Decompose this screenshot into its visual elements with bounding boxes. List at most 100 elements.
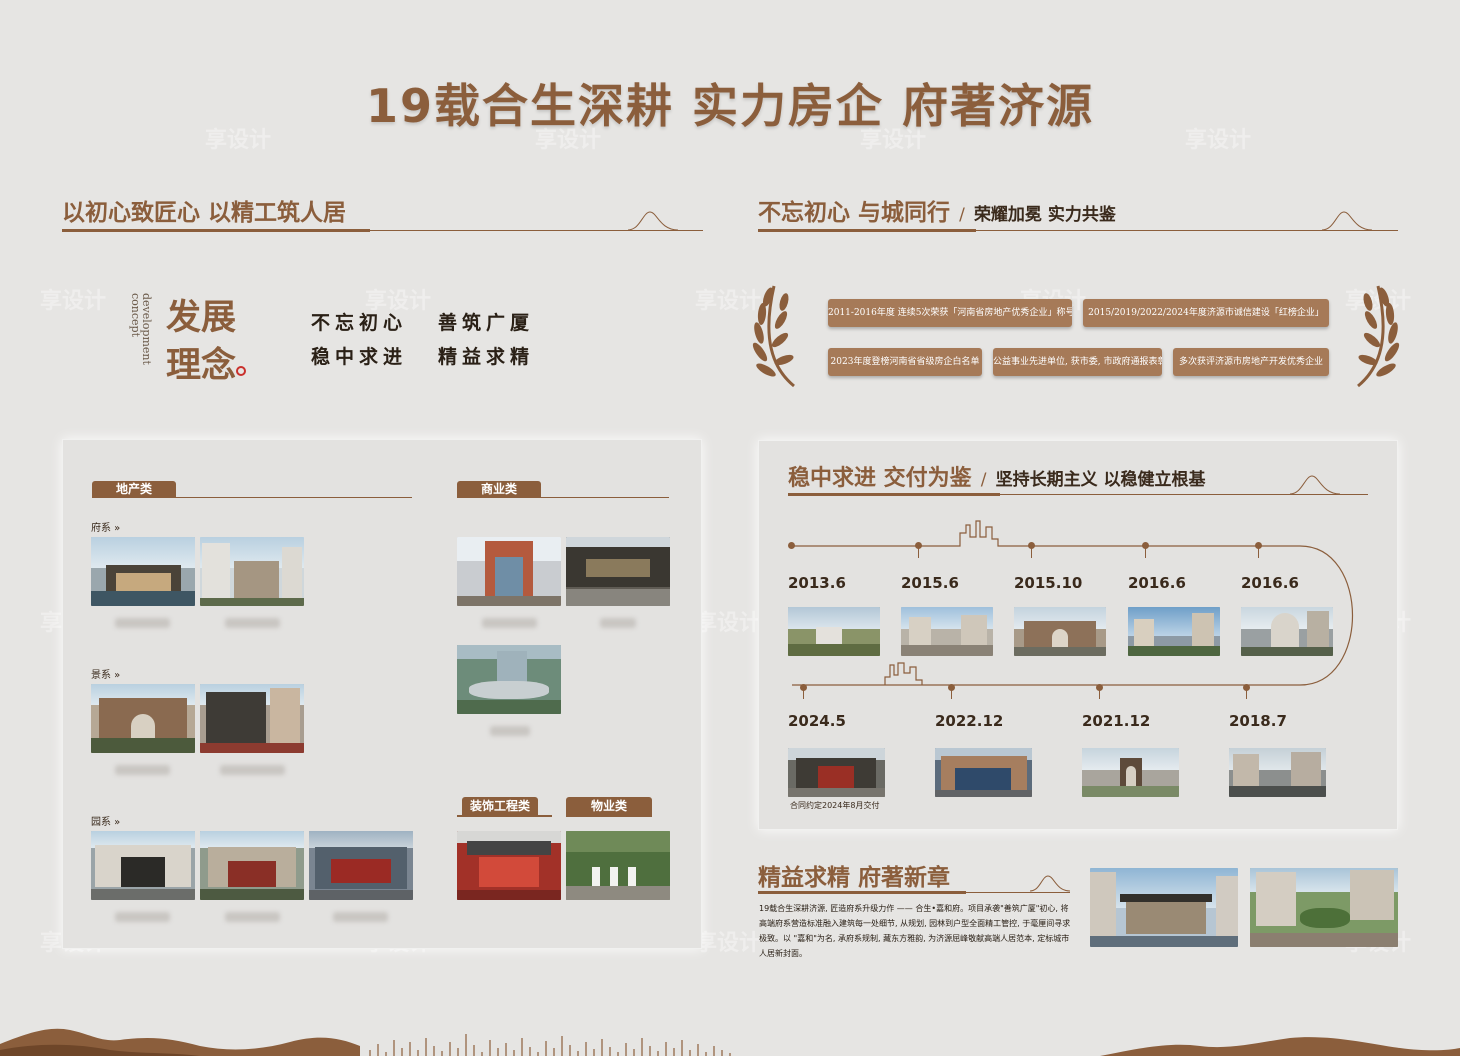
slogan: 不忘初心 — [311, 312, 408, 334]
delivery-photo — [901, 607, 993, 656]
blurred-label — [220, 765, 285, 775]
section-left-header: 以初心致匠心 以精工筑人居 — [62, 193, 346, 227]
delivery-photo — [1082, 748, 1179, 797]
honor-badge: 多次获评济源市房地产开发优秀企业 — [1173, 348, 1329, 376]
timeline-date: 2024.5 — [788, 712, 846, 730]
honor-badge: 2023年度登榜河南省省级房企白名单 — [828, 348, 982, 376]
timeline-stem — [803, 688, 804, 699]
section-right-title: 不忘初心 与城同行 — [758, 200, 951, 226]
project-photo — [91, 831, 195, 900]
timeline-date: 2015.10 — [1014, 574, 1083, 592]
timeline-date: 2016.6 — [1241, 574, 1299, 592]
project-photo — [200, 831, 304, 900]
honor-badge: 2011-2016年度 连续5次荣获「河南省房地产优秀企业」称号 — [828, 299, 1072, 327]
series-label: 景系 » — [91, 670, 121, 681]
separator: / — [959, 205, 965, 225]
project-photo — [309, 831, 413, 900]
timeline-stem — [918, 546, 919, 558]
slogan: 稳中求进 — [311, 346, 408, 368]
blurred-label — [115, 912, 170, 922]
project-photo — [200, 537, 304, 606]
delivery-note: 合同约定2024年8月交付 — [790, 801, 880, 810]
divider — [62, 229, 370, 232]
tag-property: 物业类 — [566, 797, 652, 815]
tag-commercial: 商业类 — [457, 481, 541, 497]
blurred-label — [600, 618, 636, 628]
project-photo — [91, 537, 195, 606]
final-header: 精益求精 府著新章 — [758, 858, 950, 892]
divider — [457, 497, 669, 498]
peak-ornament — [1321, 211, 1373, 231]
blurred-label — [482, 618, 537, 628]
delivery-photo — [788, 748, 885, 797]
project-photo — [457, 645, 561, 714]
divider — [788, 493, 1000, 496]
divider — [758, 891, 966, 894]
concept-title-line1: 发展 — [166, 298, 237, 338]
timeline-stem — [1258, 546, 1259, 558]
timeline-stem — [1099, 688, 1100, 699]
delivery-subtitle: 坚持长期主义 以稳健立根基 — [995, 470, 1206, 490]
peak-ornament — [627, 211, 679, 231]
timeline-date: 2021.12 — [1082, 712, 1151, 730]
delivery-photo — [1229, 748, 1326, 797]
honor-badge: 公益事业先进单位, 获市委, 市政府通报表彰 — [993, 348, 1162, 376]
delivery-photo — [1128, 607, 1220, 656]
timeline-date: 2016.6 — [1128, 574, 1186, 592]
blurred-label — [225, 618, 280, 628]
timeline-path — [792, 520, 1353, 686]
delivery-header: 稳中求进 交付为鉴 / 坚持长期主义 以稳健立根基 — [788, 460, 1206, 492]
delivery-photo — [1014, 607, 1106, 656]
timeline-date: 2022.12 — [935, 712, 1004, 730]
blurred-label — [225, 912, 280, 922]
project-photo — [457, 537, 561, 606]
series-label: 府系 » — [91, 523, 121, 534]
slogan: 精益求精 — [438, 346, 535, 368]
divider — [92, 497, 412, 498]
tag-decoration: 装饰工程类 — [462, 797, 538, 815]
timeline-start-dot — [788, 542, 795, 549]
blurred-label — [333, 912, 388, 922]
laurel-left-icon — [752, 285, 795, 388]
project-rendering — [1250, 868, 1398, 947]
peak-ornament — [1289, 475, 1341, 495]
watermark: 享设计 — [40, 289, 107, 314]
series-label: 园系 » — [91, 817, 121, 828]
separator: / — [980, 470, 987, 490]
concept-english: development concept — [129, 293, 153, 365]
peak-ornament — [1029, 875, 1071, 892]
project-photo — [566, 831, 670, 900]
section-left-title: 以初心致匠心 以精工筑人居 — [62, 200, 347, 226]
timeline-date: 2013.6 — [788, 574, 846, 592]
timeline-date: 2018.7 — [1229, 712, 1287, 730]
project-photo — [91, 684, 195, 753]
slogan: 善筑广厦 — [438, 312, 535, 334]
watermark: 享设计 — [695, 611, 762, 636]
page-title: 19载合生深耕 实力房企 府著济源 — [365, 79, 1095, 133]
timeline-stem — [1031, 546, 1032, 558]
red-dot-icon — [236, 366, 246, 376]
project-photo — [200, 684, 304, 753]
project-photo — [566, 537, 670, 606]
timeline-date: 2015.6 — [901, 574, 959, 592]
final-paragraph: 19载合生深耕济源, 匠造府系升级力作 —— 合生•嘉和府。项目承袭"善筑广厦"… — [759, 904, 1071, 958]
final-title: 精益求精 府著新章 — [758, 865, 951, 891]
timeline-stem — [1246, 688, 1247, 699]
delivery-title: 稳中求进 交付为鉴 — [788, 466, 972, 491]
laurel-right-icon — [1357, 285, 1400, 388]
mountain-decoration — [0, 1028, 1460, 1056]
delivery-photo — [1241, 607, 1333, 656]
section-right-subtitle: 荣耀加冕 实力共鉴 — [973, 205, 1116, 225]
project-photo — [457, 831, 561, 900]
watermark: 享设计 — [695, 931, 762, 956]
timeline-stem — [951, 688, 952, 699]
delivery-photo — [935, 748, 1032, 797]
delivery-photo — [788, 607, 880, 656]
divider — [566, 815, 652, 817]
project-rendering — [1090, 868, 1238, 947]
divider — [758, 229, 976, 232]
blurred-label — [115, 618, 170, 628]
honor-badge: 2015/2019/2022/2024年度济源市诚信建设「红榜企业」 — [1083, 299, 1329, 327]
timeline-stem — [1145, 546, 1146, 558]
blurred-label — [115, 765, 170, 775]
